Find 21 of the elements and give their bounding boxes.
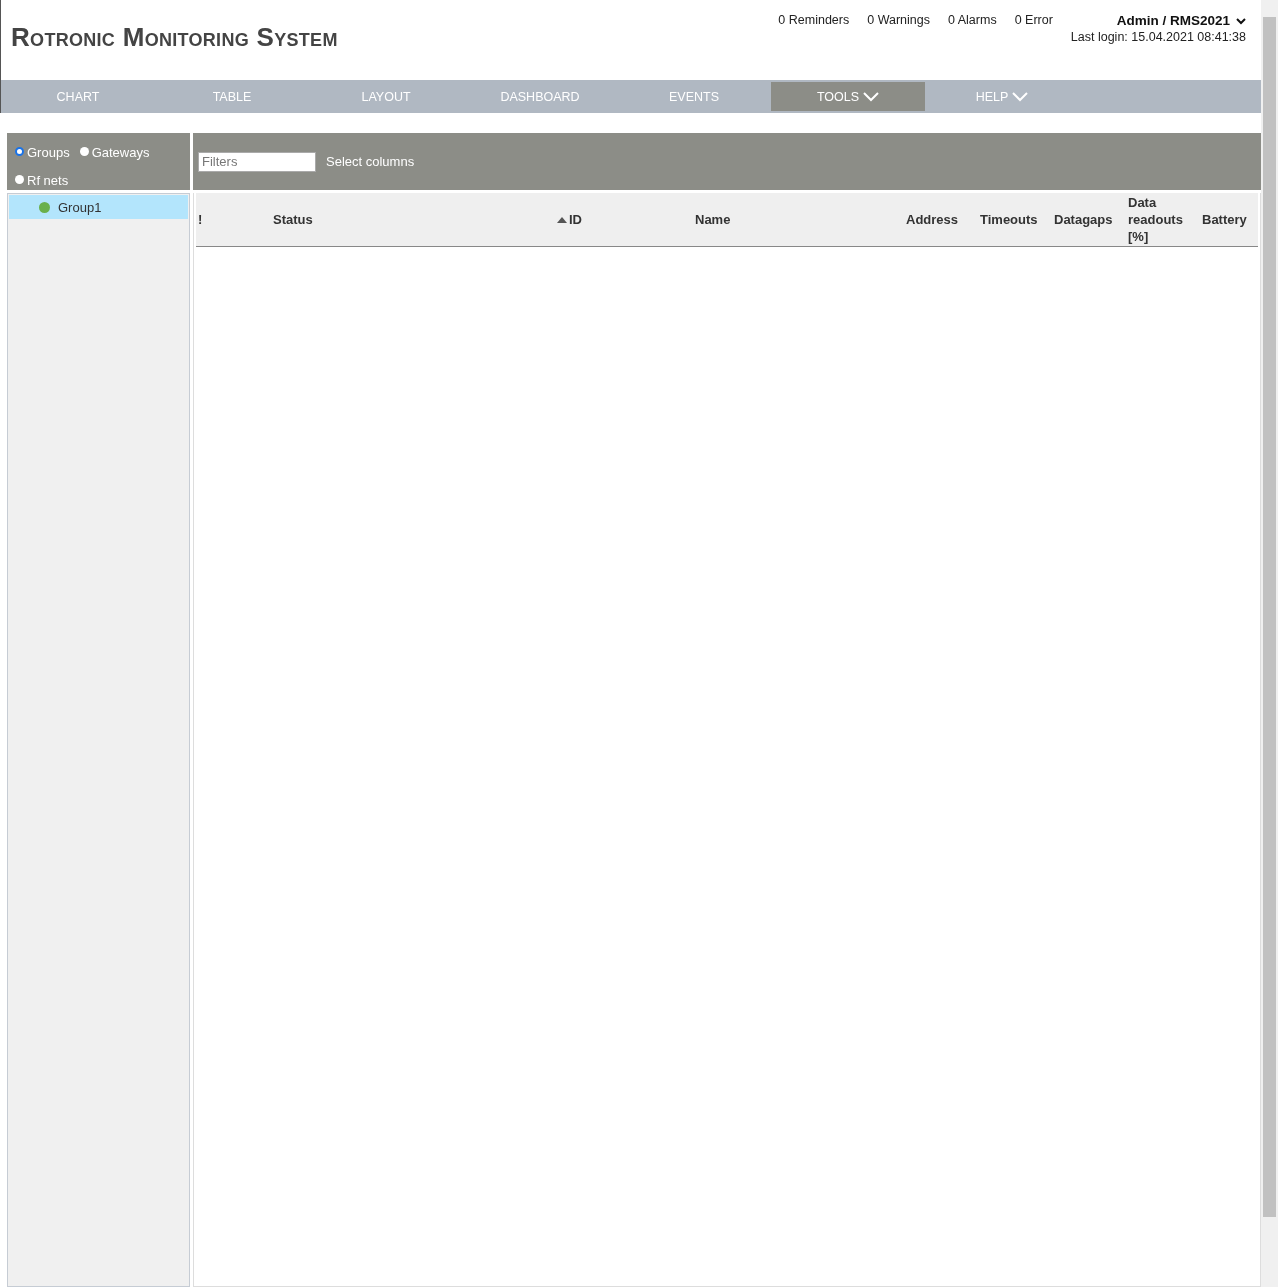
column-header[interactable]: Battery — [1200, 211, 1258, 228]
user-name[interactable]: Admin / RMS2021 — [1116, 13, 1230, 28]
caret-icon[interactable] — [1236, 16, 1246, 25]
notification-count[interactable]: 0 Error — [1014, 13, 1053, 80]
notification-count[interactable]: 0 Alarms — [948, 13, 997, 80]
column-header[interactable]: Name — [693, 211, 904, 228]
notification-count[interactable]: 0 Warnings — [867, 13, 930, 80]
column-header[interactable]: Status — [271, 211, 555, 228]
column-header[interactable]: Address — [904, 211, 978, 228]
tree-item[interactable]: Group1 — [9, 195, 188, 219]
notification-count[interactable]: 0 Reminders — [778, 13, 850, 80]
scrollbar[interactable] — [1261, 0, 1278, 1287]
column-header[interactable]: Data readouts [%] — [1126, 194, 1200, 245]
app-title: Rotronic Monitoring System — [11, 22, 338, 54]
column-header[interactable]: Timeouts — [978, 211, 1052, 228]
last-login-text: Last login: 15.04.2021 08:41:38 — [1070, 30, 1246, 44]
column-header[interactable]: ID — [555, 211, 582, 228]
column-header[interactable]: ! — [196, 211, 271, 228]
column-header[interactable]: Datagaps — [1052, 211, 1126, 228]
filter-input[interactable]: Filters — [198, 151, 316, 172]
tree-item-label: Group1 — [58, 199, 102, 215]
